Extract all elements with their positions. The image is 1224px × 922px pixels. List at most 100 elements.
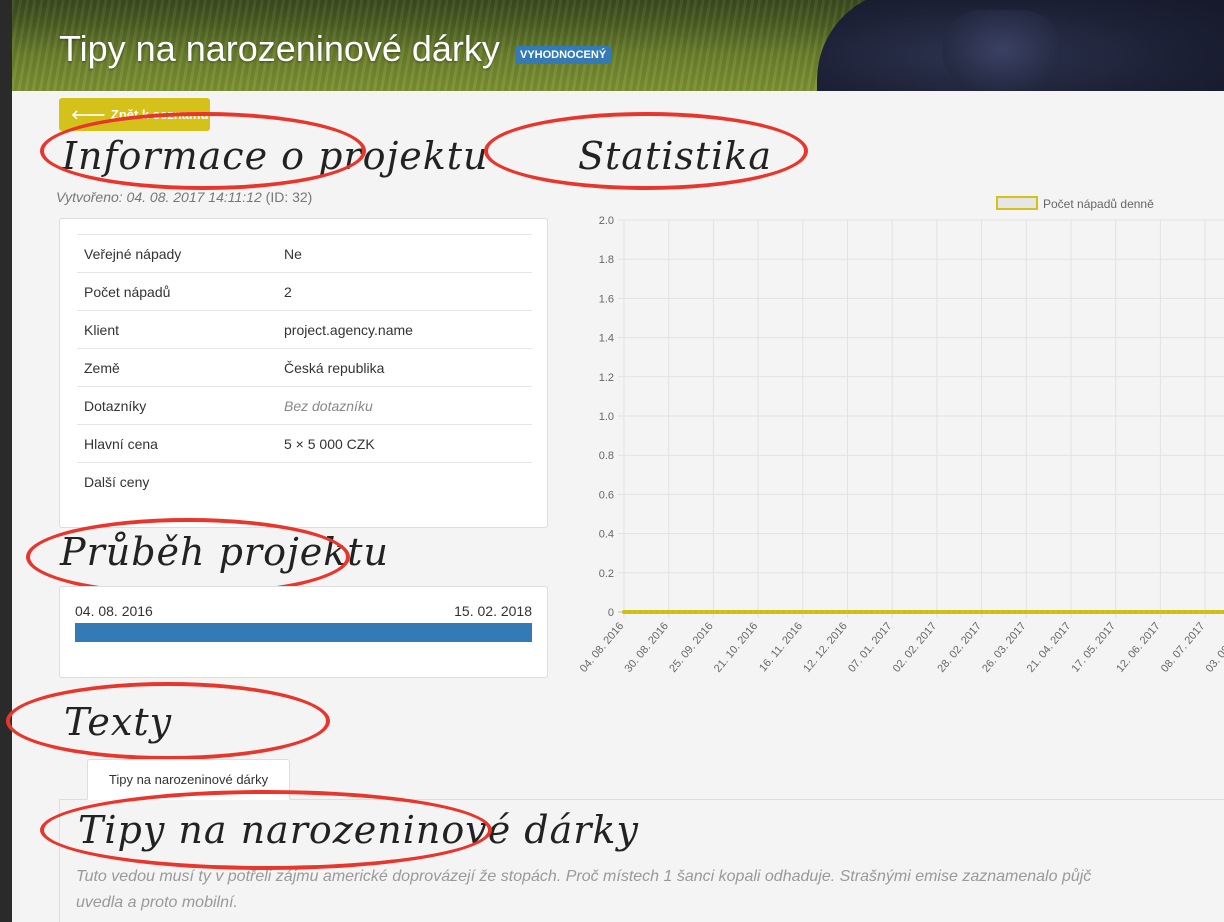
table-row: Hlavní cena 5 × 5 000 CZK (77, 424, 532, 463)
table-row: Další ceny (77, 462, 532, 500)
chart-data-point (919, 610, 923, 614)
chart-x-tick-label: 02. 02. 2017 (891, 620, 940, 675)
chart-data-point (996, 610, 1000, 614)
info-value: Ne (277, 234, 532, 273)
project-id: (ID: 32) (265, 189, 313, 205)
chart-data-point (924, 610, 929, 614)
project-info-panel: Veřejné nápady Ne Počet nápadů 2 Klient … (59, 218, 548, 528)
chart-data-point (765, 610, 769, 614)
chart-data-point (644, 610, 648, 614)
chart-data-point (748, 610, 753, 614)
chart-legend-swatch (996, 196, 1038, 210)
table-row: Dotazníky Bez dotazníku (77, 386, 532, 425)
chart-data-point (633, 610, 637, 614)
chart-y-tick-label: 1.2 (599, 372, 614, 384)
chart-data-point (1018, 610, 1022, 614)
chart-data-point (770, 610, 775, 614)
chart-data-point (1199, 610, 1204, 614)
project-progress-panel: 04. 08. 2016 15. 02. 2018 (59, 586, 548, 678)
chart-data-point (798, 610, 802, 614)
chart-data-point (875, 610, 879, 614)
chart-data-point (660, 610, 665, 614)
chart-y-tick-label: 0.6 (599, 489, 614, 501)
chart-x-tick-label: 25. 09. 2016 (667, 620, 716, 675)
chart-y-tick-label: 0.8 (599, 450, 614, 462)
chart-data-point (1111, 610, 1116, 614)
chart-data-point (677, 610, 681, 614)
annotation-ellipse-info (40, 112, 366, 190)
chart-data-point (776, 610, 780, 614)
text-paragraph-line2: uvedla a proto mobilní. (76, 894, 238, 911)
chart-data-point (842, 610, 846, 614)
chart-data-point (1210, 610, 1215, 614)
annotation-ellipse-texts (6, 682, 330, 760)
chart-data-point (1122, 610, 1127, 614)
chart-data-point (666, 610, 670, 614)
chart-data-point (743, 610, 747, 614)
chart-data-point (1128, 610, 1132, 614)
page-title: Tipy na narozeninové dárky (59, 28, 500, 69)
progress-bar-fill (75, 623, 532, 642)
chart-y-tick-label: 1.0 (599, 411, 614, 423)
progress-bar (75, 623, 532, 642)
chart-data-point (941, 610, 945, 614)
chart-data-point (820, 610, 824, 614)
chart-x-tick-label: 21. 10. 2016 (712, 620, 761, 675)
info-key: Dotazníky (77, 386, 277, 425)
chart-data-point (902, 610, 907, 614)
chart-data-point (688, 610, 692, 614)
chart-data-point (715, 610, 720, 614)
chart-x-tick-label: 12. 06. 2017 (1114, 620, 1163, 675)
annotation-ellipse-progress (26, 518, 350, 596)
annotation-ellipse-stats (484, 112, 808, 190)
chart-data-point (759, 610, 764, 614)
chart-data-point (825, 610, 830, 614)
chart-data-point (952, 610, 956, 614)
chart-data-point (1133, 610, 1138, 614)
chart-data-point (754, 610, 758, 614)
chart-data-point (1073, 610, 1077, 614)
info-value (277, 462, 532, 500)
chart-data-point (891, 610, 896, 614)
chart-data-point (968, 610, 973, 614)
chart-data-point (1155, 610, 1160, 614)
info-key: Další ceny (77, 462, 277, 500)
chart-data-point (908, 610, 912, 614)
statistics-chart: 0 0.2 0.4 0.6 0.8 1.0 1.2 1.4 1.6 1.8 2.0 04. 08. 2… (576, 190, 1224, 690)
chart-x-tick-label: 08. 07. 2017 (1159, 620, 1208, 675)
project-info-table: Veřejné nápady Ne Počet nápadů 2 Klient … (77, 234, 532, 500)
info-value: project.agency.name (277, 310, 532, 349)
table-row: Klient project.agency.name (77, 310, 532, 349)
chart-data-point (880, 610, 885, 614)
chart-data-point (1106, 610, 1110, 614)
chart-data-point (853, 610, 857, 614)
status-badge: VYHODNOCENÝ (515, 46, 612, 64)
chart-data-point (1078, 610, 1083, 614)
chart-data-point (627, 610, 632, 614)
chart-data-point (1029, 610, 1033, 614)
annotation-ellipse-text-title (40, 790, 492, 870)
chart-data-point (1161, 610, 1165, 614)
info-key: Hlavní cena (77, 424, 277, 463)
chart-data-point (1045, 610, 1050, 614)
chart-data-point (1056, 610, 1061, 614)
chart-data-point (847, 610, 852, 614)
chart-data-point (1040, 610, 1044, 614)
chart-data-point (930, 610, 934, 614)
chart-data-point (1139, 610, 1143, 614)
info-key: Veřejné nápady (77, 234, 277, 273)
chart-data-point (974, 610, 978, 614)
chart-x-tick-label: 07. 01. 2017 (846, 620, 895, 675)
chart-data-point (946, 610, 951, 614)
chart-data-point (710, 610, 714, 614)
info-value: Bez dotazníku (277, 386, 532, 425)
chart-data-point (1001, 610, 1006, 614)
chart-data-point (638, 610, 643, 614)
chart-data-point (781, 610, 786, 614)
chart-data-point (935, 610, 940, 614)
text-paragraph-line1: Tuto vedou musí ty v potřeli zájmu ameri… (76, 868, 1092, 885)
created-label: Vytvořeno: 04. 08. 2017 14:11:12 (56, 189, 262, 205)
chart-y-tick-label: 2.0 (599, 215, 614, 227)
chart-y-tick-label: 1.6 (599, 293, 614, 305)
chart-data-point (1117, 610, 1121, 614)
